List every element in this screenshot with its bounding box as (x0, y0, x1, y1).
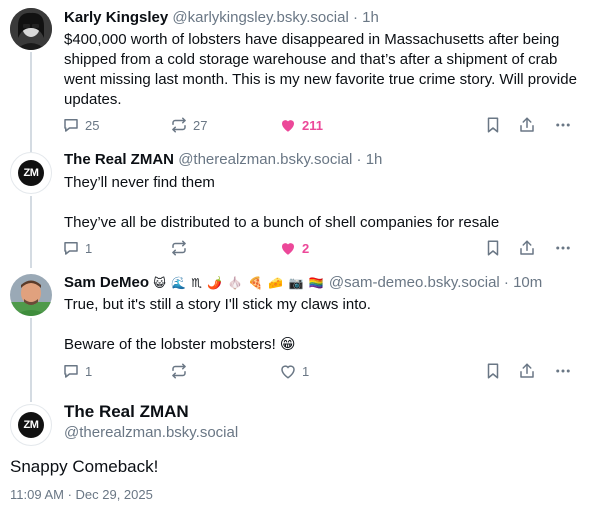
reply-button[interactable]: 1 (62, 238, 92, 258)
thread-line (30, 196, 32, 268)
like-button[interactable]: 211 (279, 115, 323, 135)
bookmark-button[interactable] (484, 238, 502, 258)
focus-post-text: Snappy Comeback! (10, 457, 159, 476)
repost-icon (172, 363, 186, 379)
more-icon (556, 123, 570, 127)
reply-icon (64, 119, 78, 132)
more-options-button[interactable] (554, 238, 572, 258)
post-time[interactable]: 1h (362, 9, 379, 26)
share-icon (520, 240, 534, 255)
post-header: Sam DeMeo 😺 🌊 ♏ 🌶️ 🧄 🍕 🧀 📷 🏳️‍🌈 @sam-dem… (64, 273, 542, 293)
author-name[interactable]: The Real ZMAN (64, 151, 174, 168)
thread-line (30, 318, 32, 402)
post-paragraph: They’ll never find them (64, 174, 215, 191)
like-icon (282, 243, 294, 255)
more-icon (556, 369, 570, 373)
author-name[interactable]: Karly Kingsley (64, 9, 168, 26)
focus-author-handle[interactable]: @therealzman.bsky.social (64, 424, 238, 441)
post-header: Karly Kingsley @karlykingsley.bsky.socia… (64, 8, 379, 28)
post-paragraph: True, but it's still a story I'll stick … (64, 296, 371, 313)
post-text: True, but it's still a story I'll stick … (64, 295, 579, 355)
post-paragraph: Beware of the lobster mobsters! 😁 (64, 336, 296, 353)
author-handle[interactable]: @therealzman.bsky.social (178, 151, 352, 168)
repost-count: 27 (193, 117, 208, 133)
post-paragraph: $400,000 worth of lobsters have disappea… (64, 31, 577, 108)
like-count: 1 (302, 363, 310, 379)
share-icon (520, 117, 534, 132)
post-time[interactable]: 10m (513, 274, 542, 291)
more-options-button[interactable] (554, 115, 572, 135)
share-icon (520, 363, 534, 378)
like-icon (282, 120, 294, 132)
author-handle[interactable]: @karlykingsley.bsky.social (172, 9, 348, 26)
post-actions: 1 1 (62, 361, 577, 381)
avatar[interactable]: ZM (10, 152, 52, 194)
like-count: 211 (302, 117, 323, 133)
like-count: 2 (302, 240, 310, 256)
reply-count: 25 (85, 117, 100, 133)
avatar-initials: ZM (18, 412, 44, 438)
repost-button[interactable] (170, 361, 188, 381)
share-button[interactable] (518, 361, 536, 381)
reply-count: 1 (85, 363, 93, 379)
share-button[interactable] (518, 115, 536, 135)
like-icon (281, 365, 295, 379)
focus-avatar[interactable]: ZM (10, 404, 52, 446)
like-button[interactable]: 2 (279, 238, 309, 258)
avatar[interactable] (10, 274, 52, 316)
bookmark-button[interactable] (484, 361, 502, 381)
author-handle[interactable]: @sam-demeo.bsky.social (329, 274, 500, 291)
separator: · (499, 274, 514, 291)
focus-author-name[interactable]: The Real ZMAN (64, 402, 189, 422)
post-text: They’ll never find them They’ve all be d… (64, 173, 579, 233)
repost-icon (172, 117, 186, 133)
post-paragraph: They’ve all be distributed to a bunch of… (64, 214, 500, 231)
reply-button[interactable]: 1 (62, 361, 92, 381)
post-text: $400,000 worth of lobsters have disappea… (64, 30, 579, 110)
post-header: The Real ZMAN @therealzman.bsky.social ·… (64, 150, 382, 170)
reply-button[interactable]: 25 (62, 115, 99, 135)
repost-icon (172, 240, 186, 256)
more-options-button[interactable] (554, 361, 572, 381)
post-actions: 25 27 211 (62, 115, 577, 135)
bookmark-button[interactable] (484, 115, 502, 135)
bookmark-icon (487, 363, 499, 379)
more-icon (556, 246, 570, 250)
separator: · (348, 9, 363, 26)
author-name[interactable]: Sam DeMeo (64, 274, 149, 291)
reply-icon (64, 242, 78, 255)
reply-count: 1 (85, 240, 93, 256)
repost-button[interactable]: 27 (170, 115, 207, 135)
post-time[interactable]: 1h (366, 151, 383, 168)
repost-button[interactable] (170, 238, 188, 258)
bookmark-icon (487, 240, 499, 256)
focus-timestamp: 11:09 AM · Dec 29, 2025 (10, 487, 153, 502)
avatar[interactable] (10, 8, 52, 50)
avatar-initials: ZM (18, 160, 44, 186)
reply-icon (64, 365, 78, 378)
bookmark-icon (487, 117, 499, 133)
thread-line (30, 52, 32, 152)
name-emojis: 😺 🌊 ♏ 🌶️ 🧄 🍕 🧀 📷 🏳️‍🌈 (153, 276, 325, 290)
separator: · (352, 151, 366, 168)
like-button[interactable]: 1 (279, 361, 309, 381)
post-actions: 1 2 (62, 238, 577, 258)
share-button[interactable] (518, 238, 536, 258)
